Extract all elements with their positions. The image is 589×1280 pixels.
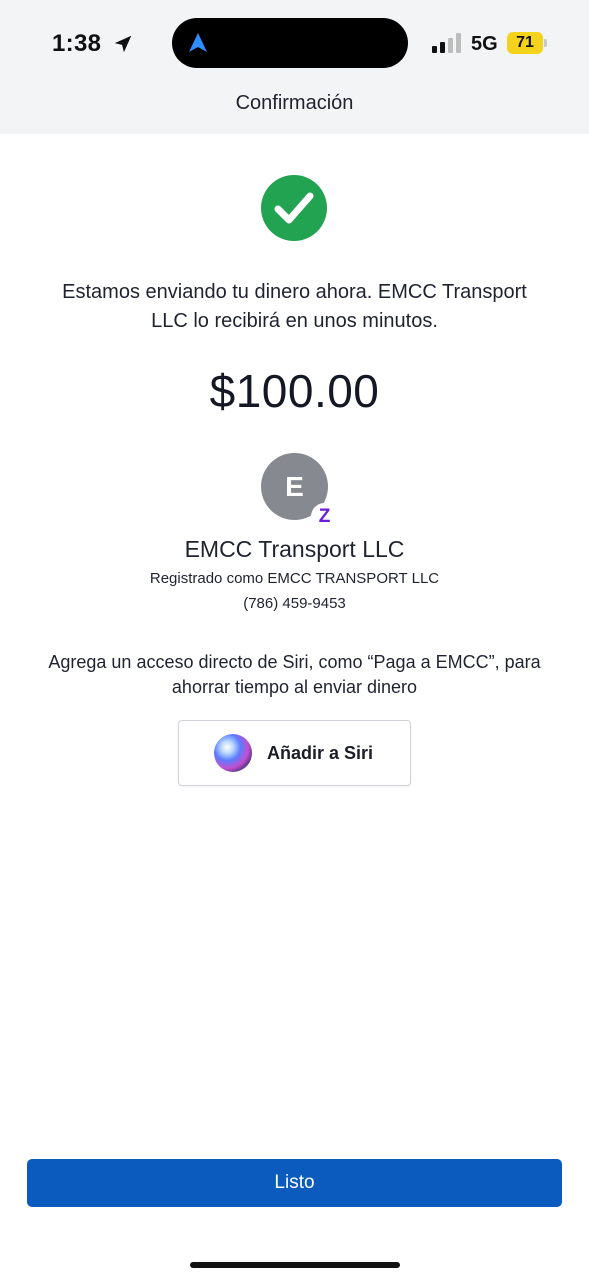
home-indicator[interactable] (190, 1262, 400, 1268)
checkmark-icon (261, 175, 327, 241)
battery-level: 71 (516, 34, 534, 51)
siri-message: Agrega un acceso directo de Siri, como “… (48, 652, 541, 697)
network-label: 5G (471, 33, 498, 55)
add-to-siri-button[interactable]: Añadir a Siri (178, 720, 411, 786)
amount: $100.00 (209, 365, 380, 417)
recipient-name: EMCC Transport LLC (184, 536, 405, 562)
done-button[interactable]: Listo (27, 1159, 562, 1207)
registered-as: Registrado como EMCC TRANSPORT LLC (149, 570, 440, 587)
page-title: Confirmación (235, 92, 354, 114)
add-to-siri-label: Añadir a Siri (267, 743, 374, 763)
location-arrow-icon (114, 35, 132, 53)
battery-tip (544, 39, 547, 47)
signal-icon (432, 33, 461, 53)
confirmation-message: Estamos enviando tu dinero ahora. EMCC T… (62, 281, 527, 332)
zelle-icon: Z (311, 503, 338, 530)
recipient-phone: (786) 459-9453 (243, 595, 346, 612)
status-time: 1:38 (52, 30, 102, 57)
battery-icon: 71 (507, 32, 547, 54)
siri-icon (214, 734, 252, 772)
status-bar: 1:38 5G 71 (0, 0, 589, 90)
navigation-arrow-icon (189, 33, 207, 52)
